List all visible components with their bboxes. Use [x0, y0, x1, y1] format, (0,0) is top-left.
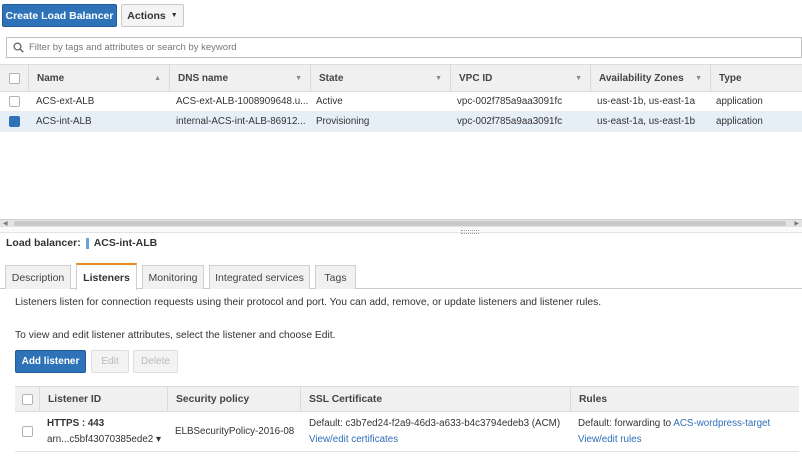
table-row[interactable]: ACS-ext-ALB ACS-ext-ALB-1008909648.u... … — [0, 92, 802, 112]
listeners-info-text: Listeners listen for connection requests… — [15, 297, 602, 308]
listeners-table: Listener ID Security policy SSL Certific… — [15, 386, 799, 452]
tab-description[interactable]: Description — [5, 265, 71, 289]
column-header-name[interactable]: Name ▲ — [28, 65, 169, 91]
row-checkbox[interactable] — [15, 412, 39, 451]
table-header: Name ▲ DNS name ▼ State ▼ VPC ID ▼ Avail… — [0, 64, 802, 92]
cell-az: us-east-1b, us-east-1a — [597, 96, 696, 107]
sort-desc-icon: ▼ — [435, 74, 442, 82]
select-all-checkbox[interactable] — [15, 387, 39, 411]
sort-desc-icon: ▼ — [295, 74, 302, 82]
search-placeholder: Filter by tags and attributes or search … — [29, 42, 237, 53]
checkbox-box — [21, 426, 33, 437]
table-row-selected[interactable]: ACS-int-ALB internal-ACS-int-ALB-86912..… — [0, 112, 802, 132]
cell-name: ACS-int-ALB — [36, 116, 92, 127]
column-label: VPC ID — [459, 72, 493, 84]
add-listener-button[interactable]: Add listener — [15, 350, 86, 373]
cell-rules: Default: forwarding to ACS-wordpress-tar… — [578, 412, 799, 451]
cell-ssl-certificate: Default: c3b7ed24-f2a9-46d3-a633-b4c3794… — [309, 412, 570, 451]
view-edit-rules-link[interactable]: View/edit rules — [578, 434, 799, 445]
selection-marker — [85, 237, 89, 249]
target-group-link[interactable]: ACS-wordpress-target — [673, 418, 770, 429]
edit-hint-text: To view and edit listener attributes, se… — [15, 330, 336, 341]
actions-label: Actions — [127, 9, 166, 22]
column-header-ssl-certificate: SSL Certificate — [300, 387, 570, 411]
tab-listeners[interactable]: Listeners — [76, 263, 137, 290]
column-header-az[interactable]: Availability Zones ▼ — [590, 65, 710, 91]
column-label: Availability Zones — [599, 72, 684, 84]
select-all-checkbox[interactable] — [0, 65, 28, 91]
checkbox-checked-box — [8, 116, 20, 127]
detail-title-value: ACS-int-ALB — [93, 237, 158, 249]
detail-title: Load balancer: ACS-int-ALB — [6, 237, 157, 249]
toolbar: Create Load Balancer Actions ▼ — [0, 0, 802, 30]
rules-default-text: Default: forwarding to ACS-wordpress-tar… — [578, 418, 799, 429]
listener-protocol-port: HTTPS : 443 — [47, 418, 105, 429]
sort-desc-icon: ▼ — [695, 74, 702, 82]
column-header-listener-id: Listener ID — [39, 387, 167, 411]
scroll-left-icon[interactable]: ◀ — [3, 220, 8, 227]
chevron-down-icon: ▼ — [170, 12, 178, 19]
load-balancer-table: Name ▲ DNS name ▼ State ▼ VPC ID ▼ Avail… — [0, 64, 802, 132]
drag-handle-icon[interactable] — [461, 230, 479, 234]
column-label: Type — [719, 72, 742, 84]
checkbox-box — [21, 393, 33, 405]
column-label: DNS name — [178, 72, 229, 84]
row-checkbox[interactable] — [0, 92, 28, 111]
checkbox-box — [8, 96, 20, 107]
listener-arn[interactable]: arn...c5bf43070385ede2 ▾ — [47, 434, 167, 445]
cell-name: ACS-ext-ALB — [36, 96, 95, 107]
actions-button[interactable]: Actions ▼ — [121, 4, 184, 27]
cell-listener-id: HTTPS : 443 arn...c5bf43070385ede2 ▾ — [47, 412, 167, 451]
cell-az: us-east-1a, us-east-1b — [597, 116, 696, 127]
detail-tabs: Description Listeners Monitoring Integra… — [0, 263, 802, 290]
tab-tags[interactable]: Tags — [315, 265, 356, 289]
cell-vpc: vpc-002f785a9aa3091fc — [457, 116, 563, 127]
cell-type: application — [716, 116, 763, 127]
cell-dns: ACS-ext-ALB-1008909648.u... — [176, 96, 309, 107]
table-header: Listener ID Security policy SSL Certific… — [15, 386, 799, 412]
search-input[interactable]: Filter by tags and attributes or search … — [6, 37, 802, 58]
cell-state: Active — [316, 96, 343, 107]
listener-arn-text: arn...c5bf43070385ede2 — [47, 434, 154, 445]
column-header-rules: Rules — [570, 387, 799, 411]
sort-desc-icon: ▼ — [575, 74, 582, 82]
delete-button[interactable]: Delete — [133, 350, 178, 373]
view-edit-certificates-link[interactable]: View/edit certificates — [309, 434, 570, 445]
search-icon — [13, 42, 24, 53]
column-header-type[interactable]: Type — [710, 65, 802, 91]
caret-down-icon: ▾ — [155, 434, 161, 445]
edit-button[interactable]: Edit — [91, 350, 129, 373]
certificate-text: Default: c3b7ed24-f2a9-46d3-a633-b4c3794… — [309, 418, 561, 429]
sort-asc-icon: ▲ — [154, 74, 161, 82]
column-header-dns[interactable]: DNS name ▼ — [169, 65, 310, 91]
row-checkbox[interactable] — [0, 112, 28, 131]
checkbox-box — [8, 72, 20, 84]
scrollbar-thumb[interactable] — [14, 221, 786, 226]
column-label: State — [319, 72, 344, 84]
column-header-vpc[interactable]: VPC ID ▼ — [450, 65, 590, 91]
rules-prefix: Default: forwarding to — [578, 418, 672, 429]
horizontal-scrollbar[interactable]: ◀ ▶ — [0, 219, 802, 227]
tab-integrated-services[interactable]: Integrated services — [209, 265, 310, 289]
create-load-balancer-button[interactable]: Create Load Balancer — [2, 4, 117, 27]
tab-monitoring[interactable]: Monitoring — [142, 265, 204, 289]
cell-dns: internal-ACS-int-ALB-86912... — [176, 116, 306, 127]
column-header-security-policy: Security policy — [167, 387, 300, 411]
cell-vpc: vpc-002f785a9aa3091fc — [457, 96, 563, 107]
cell-state: Provisioning — [316, 116, 370, 127]
column-header-state[interactable]: State ▼ — [310, 65, 450, 91]
detail-title-prefix: Load balancer: — [6, 237, 81, 249]
cell-type: application — [716, 96, 763, 107]
cell-security-policy: ELBSecurityPolicy-2016-08 — [175, 426, 295, 437]
column-label: Name — [37, 72, 65, 84]
scroll-right-icon[interactable]: ▶ — [794, 220, 799, 227]
pane-splitter[interactable] — [0, 227, 802, 233]
table-row[interactable]: HTTPS : 443 arn...c5bf43070385ede2 ▾ ELB… — [15, 412, 799, 452]
